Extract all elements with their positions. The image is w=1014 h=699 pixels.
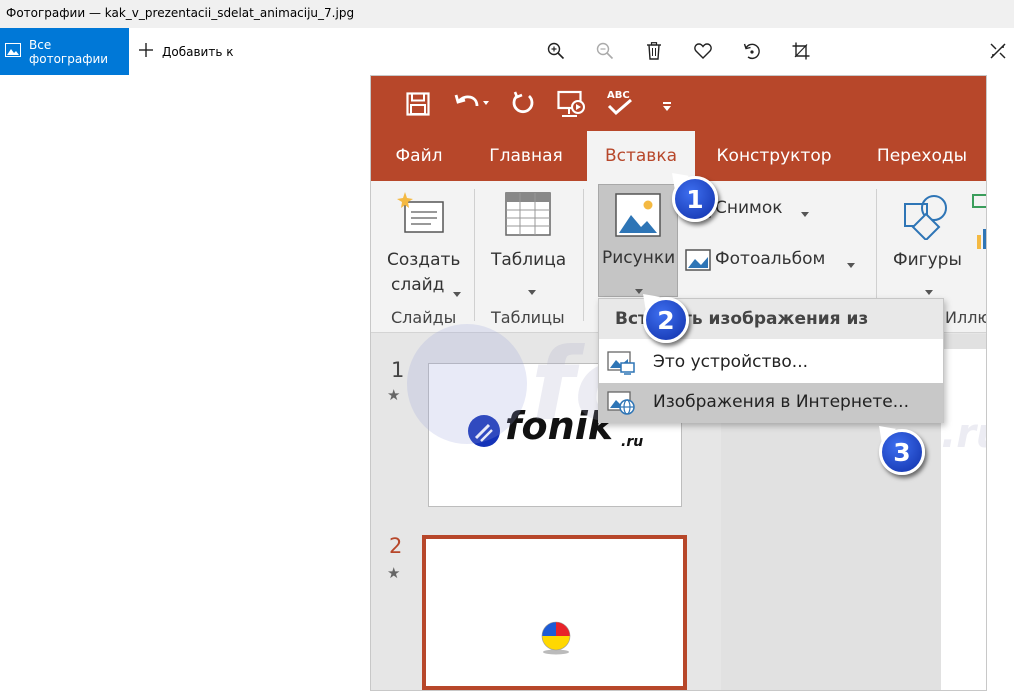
new-slide-icon	[395, 190, 447, 242]
globe-icon	[607, 391, 635, 420]
photo-album-label: Фотоальбом	[715, 249, 826, 269]
photo-canvas: ABC Файл Главная Вставка Конструктор Пер…	[370, 75, 987, 691]
crop-icon[interactable]	[790, 40, 812, 62]
photo-icon	[5, 43, 21, 60]
photos-toolbar: Все фотографии Добавить к	[0, 28, 1014, 75]
new-slide-label-line1: Создать	[387, 250, 461, 270]
slide-number: 2	[389, 534, 403, 558]
rotate-icon[interactable]	[741, 40, 763, 62]
ppt-quick-access-toolbar: ABC	[371, 76, 986, 131]
tab-design[interactable]: Конструктор	[705, 131, 843, 181]
tab-transitions[interactable]: Переходы	[866, 131, 978, 181]
slide-canvas[interactable]	[941, 349, 986, 690]
pictures-button[interactable]: Рисунки	[598, 184, 678, 297]
chart-icon	[971, 191, 986, 255]
group-label-slides: Слайды	[391, 308, 457, 327]
chevron-down-icon	[841, 255, 855, 274]
all-photos-button[interactable]: Все фотографии	[0, 28, 129, 75]
group-label-illustrations: Иллю	[945, 308, 987, 327]
new-slide-label-line2: слайд	[391, 275, 445, 295]
ribbon-separator	[474, 189, 475, 321]
ball-icon	[538, 619, 574, 659]
plus-icon	[138, 42, 154, 61]
menu-item-label: Изображения в Интернете...	[653, 392, 909, 412]
screenshot-label: Снимок	[715, 198, 783, 218]
slide-number: 1	[391, 358, 405, 382]
edit-icon[interactable]	[987, 40, 1009, 62]
tab-file[interactable]: Файл	[383, 131, 455, 181]
shapes-icon	[901, 190, 951, 244]
step-marker-3: 3	[879, 429, 925, 475]
undo-icon[interactable]	[453, 91, 489, 119]
chevron-down-icon	[522, 282, 536, 301]
chevron-down-icon	[447, 284, 461, 303]
slideshow-icon[interactable]	[557, 90, 587, 122]
device-icon	[607, 351, 635, 380]
star-icon: ★	[387, 564, 401, 582]
save-icon[interactable]	[406, 92, 430, 120]
customize-qat-icon[interactable]	[661, 98, 673, 117]
redo-icon[interactable]	[511, 91, 535, 119]
table-icon	[505, 192, 551, 240]
tab-home[interactable]: Главная	[476, 131, 576, 181]
zoom-in-icon[interactable]	[545, 40, 567, 62]
spelling-icon[interactable]: ABC	[605, 88, 635, 122]
window-title: Фотографии — kak_v_prezentacii_sdelat_an…	[0, 0, 1014, 28]
pictures-label: Рисунки	[602, 248, 676, 268]
shapes-label: Фигуры	[893, 250, 962, 270]
add-to-label: Добавить к	[162, 44, 234, 59]
watermark-logo	[407, 324, 527, 444]
svg-text:ABC: ABC	[607, 90, 630, 101]
step-marker-2: 2	[643, 297, 689, 343]
add-to-button[interactable]: Добавить к	[138, 28, 233, 75]
table-button[interactable]: Таблица	[486, 186, 571, 296]
menu-item-online-pictures[interactable]: Изображения в Интернете...	[599, 383, 943, 423]
picture-icon	[615, 193, 661, 241]
photo-album-button[interactable]: Фотоальбом	[683, 247, 863, 277]
menu-item-label: Это устройство...	[653, 352, 809, 372]
star-icon: ★	[387, 386, 401, 404]
chevron-down-icon	[795, 204, 809, 223]
zoom-out-icon[interactable]	[594, 40, 616, 62]
watermark-suffix: .ru	[941, 411, 986, 457]
photo-album-icon	[685, 249, 711, 277]
step-marker-1: 1	[672, 176, 718, 222]
menu-item-this-device[interactable]: Это устройство...	[599, 343, 943, 383]
all-photos-label: Все фотографии	[29, 37, 109, 66]
favorite-icon[interactable]	[692, 40, 714, 62]
slide-thumbnail-selected[interactable]	[422, 535, 687, 690]
new-slide-button[interactable]: Создать слайд	[381, 186, 461, 297]
delete-icon[interactable]	[643, 40, 665, 62]
group-label-tables: Таблицы	[491, 308, 565, 327]
ribbon-separator	[583, 189, 584, 321]
shapes-button[interactable]: Фигуры	[887, 186, 967, 296]
table-label: Таблица	[491, 250, 567, 270]
